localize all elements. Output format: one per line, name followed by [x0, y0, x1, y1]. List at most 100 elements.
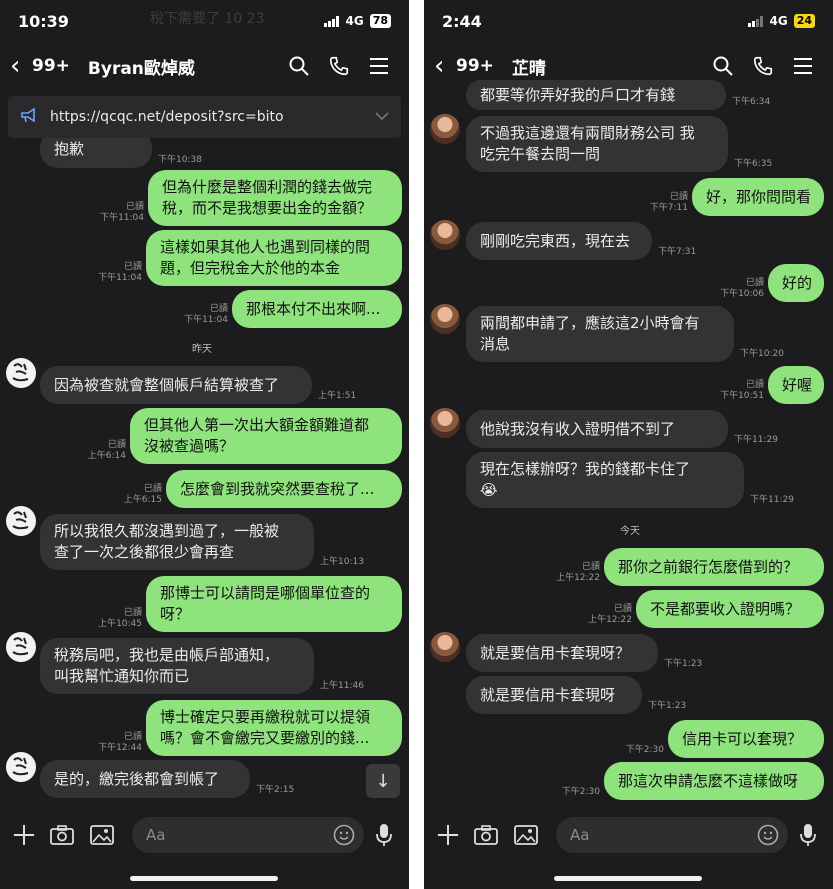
camera-icon[interactable]	[472, 821, 500, 849]
avatar[interactable]	[430, 220, 460, 250]
message-meta: 上午10:13	[320, 557, 380, 568]
menu-icon[interactable]	[783, 46, 823, 86]
back-chevron-icon[interactable]: ‹	[10, 53, 28, 79]
outgoing-message-bubble[interactable]: 怎麼會到我就突然要查稅了...	[166, 470, 402, 508]
message-text: 因為被查就會整個帳戶結算被查了	[54, 375, 280, 394]
message-text: 是的，繳完後都會到帳了	[54, 769, 220, 788]
arrow-down-icon[interactable]: ↓	[366, 764, 400, 798]
avatar[interactable]	[430, 114, 460, 144]
unread-count[interactable]: 99+	[456, 56, 494, 76]
incoming-message-bubble[interactable]: 稅務局吧，我也是由帳戶部通知， 叫我幫忙通知你而已	[40, 638, 314, 694]
message-meta: 已讀 下午7:11	[630, 192, 688, 214]
image-icon[interactable]	[512, 821, 540, 849]
chat-header: ‹ 99+ Byran歐焯威	[0, 42, 409, 90]
outgoing-message-bubble[interactable]: 但為什麼是整個利潤的錢去做完 稅，而不是我想要出金的金額？	[148, 170, 402, 226]
message-composer: Aa	[424, 805, 833, 889]
incoming-message-bubble[interactable]: 就是要信用卡套現呀	[466, 676, 642, 714]
status-bar: 10:39 4G 78	[0, 0, 409, 42]
mic-icon[interactable]	[370, 821, 398, 849]
outgoing-message-bubble[interactable]: 那博士可以請問是哪個單位查的 呀？	[146, 576, 402, 632]
unread-count[interactable]: 99+	[32, 56, 70, 76]
outgoing-message-bubble[interactable]: 好，那你問問看	[692, 178, 824, 216]
plus-icon[interactable]	[434, 821, 462, 849]
incoming-message-bubble[interactable]: 現在怎樣辦呀？我的錢都卡住了 😭	[466, 452, 744, 508]
message-timestamp: 下午11:04	[184, 315, 228, 325]
avatar[interactable]	[6, 752, 36, 782]
plus-icon[interactable]	[10, 821, 38, 849]
emoji-icon[interactable]	[330, 821, 358, 849]
message-meta: 下午10:20	[740, 349, 800, 360]
incoming-message-bubble[interactable]: 剛剛吃完東西，現在去	[466, 222, 652, 260]
phone-icon[interactable]	[743, 46, 783, 86]
message-text: 都要等你弄好我的戶口才有錢	[480, 85, 676, 104]
message-meta: 已讀 上午6:14	[68, 440, 126, 462]
message-meta: 下午1:23	[648, 701, 708, 712]
outgoing-message-bubble[interactable]: 但其他人第一次出大額金額難道都 沒被查過嗎？	[130, 408, 402, 464]
avatar[interactable]	[6, 358, 36, 388]
message-timestamp: 下午12:44	[98, 743, 142, 753]
message-meta: 下午10:38	[158, 155, 218, 166]
message-text: 不過我這邊還有兩間財務公司 我	[480, 124, 695, 142]
search-icon[interactable]	[279, 46, 319, 86]
message-list: 抱歉 下午10:38 但為什麼是整個利潤的錢去做完 稅，而不是我想要出金的金額？ 已讀下…	[0, 90, 409, 805]
message-text: 那博士可以請問是哪個單位查的	[160, 584, 371, 602]
incoming-message-bubble[interactable]: 所以我很久都沒遇到過了，一般被 查了一次之後都很少會再查	[40, 514, 314, 570]
message-meta: 下午6:34	[732, 97, 792, 108]
image-icon[interactable]	[88, 821, 116, 849]
avatar[interactable]	[6, 632, 36, 662]
incoming-message-bubble[interactable]: 是的，繳完後都會到帳了	[40, 760, 250, 798]
phone-icon[interactable]	[319, 46, 359, 86]
outgoing-message-bubble[interactable]: 好喔	[768, 366, 824, 404]
read-receipt: 已讀	[581, 562, 600, 572]
announcement-bar[interactable]: https://qcqc.net/deposit?src=bito	[8, 96, 401, 138]
outgoing-message-bubble[interactable]: 那這次申請怎麼不這樣做呀	[604, 762, 824, 800]
outgoing-message-bubble[interactable]: 不是都要收入證明嗎？	[636, 590, 824, 628]
menu-icon[interactable]	[359, 46, 399, 86]
message-text: 但其他人第一次出大額金額難道都	[144, 416, 370, 434]
message-meta: 下午11:29	[734, 435, 794, 446]
read-receipt: 已讀	[143, 484, 162, 494]
message-text: 那根本付不出來啊...	[246, 299, 381, 318]
message-timestamp: 上午12:22	[588, 615, 632, 625]
message-meta: 下午11:29	[750, 495, 810, 506]
avatar[interactable]	[430, 632, 460, 662]
incoming-message-bubble[interactable]: 兩間都申請了，應該這2小時會有 消息	[466, 306, 734, 362]
message-timestamp: 下午7:31	[658, 247, 697, 257]
message-timestamp: 下午10:06	[720, 289, 764, 299]
status-time: 10:39	[18, 11, 69, 31]
outgoing-message-bubble[interactable]: 那根本付不出來啊...	[232, 290, 402, 328]
message-text: 博士確定只要再繳稅就可以提領	[160, 708, 371, 726]
incoming-message-bubble[interactable]: 他說我沒有收入證明借不到了	[466, 410, 728, 448]
message-meta: 下午6:35	[734, 159, 794, 170]
message-timestamp: 下午6:35	[734, 159, 773, 169]
camera-icon[interactable]	[48, 821, 76, 849]
outgoing-message-bubble[interactable]: 信用卡可以套現？	[668, 720, 824, 758]
message-timestamp: 下午11:29	[750, 495, 794, 505]
incoming-message-bubble[interactable]: 就是要信用卡套現呀？	[466, 634, 658, 672]
avatar[interactable]	[6, 506, 36, 536]
chevron-down-icon[interactable]	[375, 109, 389, 125]
emoji-icon[interactable]	[754, 821, 782, 849]
message-text: 但為什麼是整個利潤的錢去做完	[162, 178, 373, 196]
avatar[interactable]	[430, 408, 460, 438]
message-timestamp: 上午10:13	[320, 557, 364, 567]
message-text: 不是都要收入證明嗎？	[650, 599, 801, 618]
back-chevron-icon[interactable]: ‹	[434, 53, 452, 79]
outgoing-message-bubble[interactable]: 那你之前銀行怎麼借到的？	[604, 548, 824, 586]
outgoing-message-bubble[interactable]: 博士確定只要再繳稅就可以提領 嗎？會不會繳完又要繳別的錢...	[146, 700, 402, 756]
message-text: 那你之前銀行怎麼借到的？	[618, 557, 799, 576]
incoming-message-bubble[interactable]: 因為被查就會整個帳戶結算被查了	[40, 366, 312, 404]
outgoing-message-bubble[interactable]: 這樣如果其他人也遇到同樣的問 題，但完稅金大於他的本金	[146, 230, 402, 286]
left-phone-screen: 稅下需要了 10 23 10:39 4G 78 ‹ 99+ Byran歐焯威 h…	[0, 0, 409, 889]
chat-title: 芷晴	[511, 58, 546, 79]
avatar[interactable]	[430, 304, 460, 334]
mic-icon[interactable]	[794, 821, 822, 849]
announcement-url[interactable]: https://qcqc.net/deposit?src=bito	[50, 109, 363, 125]
message-text: 呀？	[160, 605, 191, 623]
message-timestamp: 上午6:14	[87, 451, 126, 461]
chat-title: Byran歐焯威	[87, 58, 195, 79]
outgoing-message-bubble[interactable]: 好的	[768, 264, 824, 302]
incoming-message-bubble[interactable]: 都要等你弄好我的戶口才有錢	[466, 80, 726, 110]
incoming-message-bubble[interactable]: 不過我這邊還有兩間財務公司 我吃完午餐去問一問	[466, 116, 728, 172]
message-meta: 已讀 上午12:22	[542, 562, 600, 584]
